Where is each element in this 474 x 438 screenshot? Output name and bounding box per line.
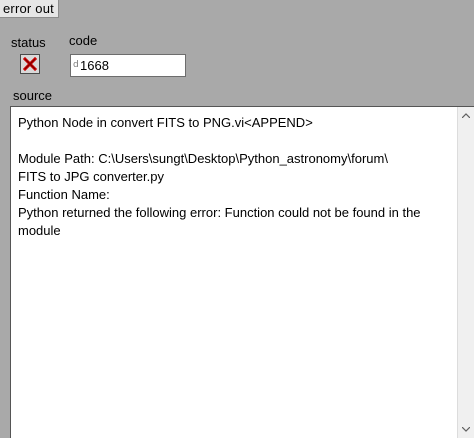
source-text: Python Node in convert FITS to PNG.vi<AP… [18, 115, 421, 238]
chevron-up-icon [462, 113, 470, 118]
code-field[interactable]: d 1668 [70, 54, 186, 77]
scroll-down-button[interactable] [458, 421, 474, 438]
chevron-down-icon [462, 427, 470, 432]
status-indicator[interactable] [20, 54, 40, 74]
scroll-up-button[interactable] [458, 107, 474, 124]
code-value: 1668 [80, 58, 109, 73]
error-x-icon [23, 57, 37, 71]
code-label: code [69, 33, 98, 48]
vertical-scrollbar[interactable] [457, 107, 474, 438]
status-label: status [11, 35, 46, 50]
source-label: source [13, 88, 53, 103]
error-out-cluster: error out status code d 1668 source Pyth… [0, 0, 474, 438]
radix-indicator[interactable]: d [73, 58, 79, 73]
source-text-field[interactable]: Python Node in convert FITS to PNG.vi<AP… [10, 106, 474, 438]
cluster-title: error out [0, 0, 59, 18]
